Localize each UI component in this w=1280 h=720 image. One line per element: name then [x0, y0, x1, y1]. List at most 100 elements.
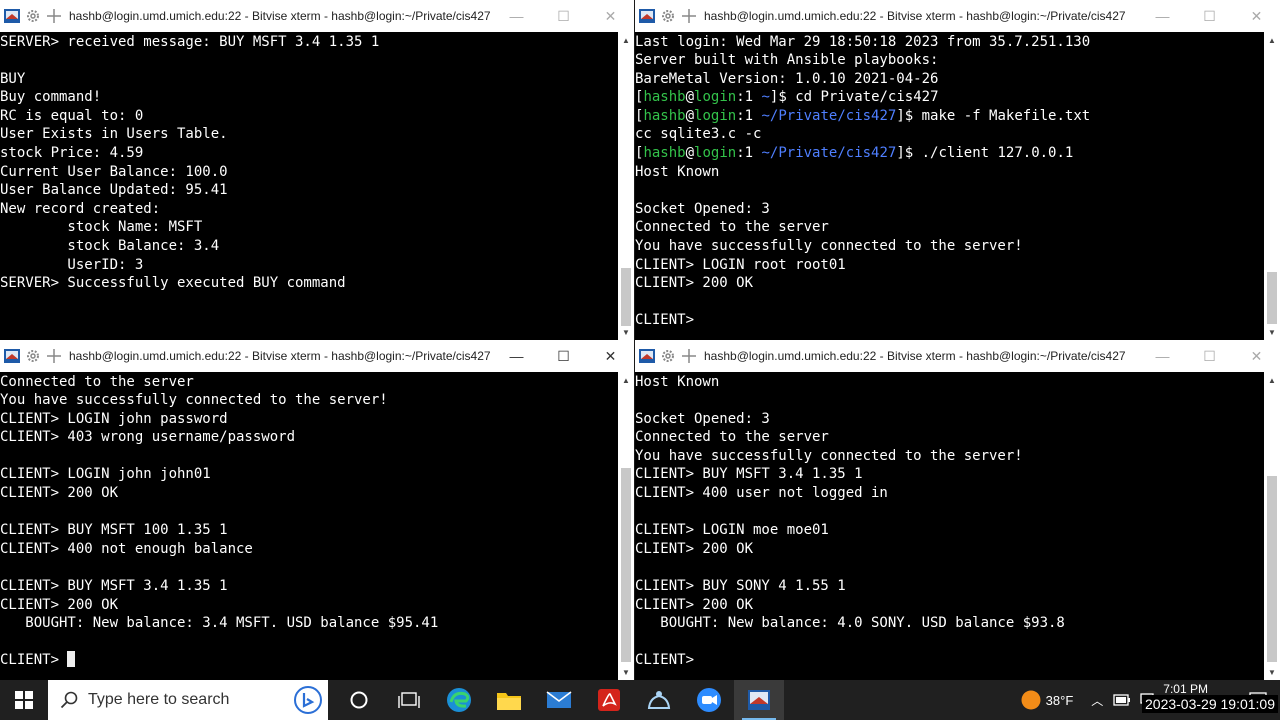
terminal-line: Buy command!	[0, 88, 618, 107]
terminal-line: CLIENT> 403 wrong username/password	[0, 428, 618, 447]
terminal-window-client-john[interactable]: hashb@login.umd.umich.edu:22 - Bitvise x…	[0, 340, 634, 680]
terminal-window-client-moe[interactable]: hashb@login.umd.umich.edu:22 - Bitvise x…	[635, 340, 1280, 680]
minimize-button[interactable]: —	[493, 340, 540, 372]
teams-icon[interactable]	[634, 680, 684, 720]
close-button[interactable]: ✕	[587, 0, 634, 32]
close-button[interactable]: ✕	[1233, 340, 1280, 372]
terminal-text: Host Known	[635, 163, 720, 180]
maximize-button[interactable]: ☐	[540, 340, 587, 372]
window-titlebar[interactable]: hashb@login.umd.umich.edu:22 - Bitvise x…	[635, 340, 1280, 372]
cortana-icon[interactable]	[334, 680, 384, 720]
chevron-up-icon[interactable]: ︿	[1091, 692, 1103, 709]
terminal-output[interactable]: Last login: Wed Mar 29 18:50:18 2023 fro…	[635, 32, 1264, 340]
gear-icon[interactable]	[658, 346, 678, 366]
scroll-down-arrow-icon[interactable]: ▼	[1264, 324, 1280, 340]
move-icon[interactable]	[44, 6, 64, 26]
scroll-down-arrow-icon[interactable]: ▼	[618, 664, 634, 680]
bitvise-app-icon[interactable]	[2, 346, 22, 366]
scrollbar-thumb[interactable]	[621, 468, 631, 662]
terminal-window-server[interactable]: hashb@login.umd.umich.edu:22 - Bitvise x…	[0, 0, 634, 340]
scrollbar[interactable]: ▲ ▼	[618, 372, 634, 680]
bitvise-app-icon[interactable]	[637, 6, 657, 26]
terminal-text: hashb	[643, 89, 686, 106]
maximize-button[interactable]: ☐	[1186, 340, 1233, 372]
scrollbar-thumb[interactable]	[621, 268, 631, 326]
terminal-line: BUY	[0, 70, 618, 89]
terminal-line: User Exists in Users Table.	[0, 125, 618, 144]
scroll-up-arrow-icon[interactable]: ▲	[618, 372, 634, 388]
scrollbar[interactable]: ▲ ▼	[1264, 32, 1280, 340]
move-icon[interactable]	[44, 346, 64, 366]
terminal-text: :1	[736, 145, 762, 162]
window-titlebar[interactable]: hashb@login.umd.umich.edu:22 - Bitvise x…	[0, 0, 634, 32]
start-button[interactable]	[0, 680, 48, 720]
move-icon[interactable]	[679, 346, 699, 366]
terminal-text: hashb	[643, 107, 686, 124]
maximize-button[interactable]: ☐	[1186, 0, 1233, 32]
edge-icon[interactable]	[434, 680, 484, 720]
close-button[interactable]: ✕	[587, 340, 634, 372]
weather-temperature[interactable]: 38°F	[1046, 693, 1074, 708]
terminal-line: CLIENT> 400 not enough balance	[0, 540, 618, 559]
terminal-line: CLIENT> 200 OK	[635, 274, 1264, 293]
gear-icon[interactable]	[23, 6, 43, 26]
minimize-button[interactable]: —	[1139, 0, 1186, 32]
bitvise-app-icon[interactable]	[2, 6, 22, 26]
gear-icon[interactable]	[23, 346, 43, 366]
terminal-line: User Balance Updated: 95.41	[0, 181, 618, 200]
scroll-down-arrow-icon[interactable]: ▼	[1264, 664, 1280, 680]
clock-time[interactable]: 7:01 PM	[1163, 682, 1208, 696]
terminal-text: User Balance Updated: 95.41	[0, 182, 228, 199]
terminal-output[interactable]: SERVER> received message: BUY MSFT 3.4 1…	[0, 32, 618, 340]
scrollbar[interactable]: ▲ ▼	[1264, 372, 1280, 680]
terminal-text: You have successfully connected to the s…	[635, 238, 1023, 255]
task-view-icon[interactable]	[384, 680, 434, 720]
scrollbar-thumb[interactable]	[1267, 272, 1277, 324]
scroll-up-arrow-icon[interactable]: ▲	[618, 32, 634, 48]
window-titlebar[interactable]: hashb@login.umd.umich.edu:22 - Bitvise x…	[0, 340, 634, 372]
search-placeholder: Type here to search	[88, 691, 230, 708]
maximize-button[interactable]: ☐	[540, 0, 587, 32]
minimize-button[interactable]: —	[1139, 340, 1186, 372]
scroll-up-arrow-icon[interactable]: ▲	[1264, 372, 1280, 388]
terminal-line: RC is equal to: 0	[0, 107, 618, 126]
acrobat-icon[interactable]	[584, 680, 634, 720]
move-icon[interactable]	[679, 6, 699, 26]
mail-icon[interactable]	[534, 680, 584, 720]
terminal-text: Server built with Ansible playbooks:	[635, 52, 939, 69]
terminal-line: CLIENT> BUY MSFT 100 1.35 1	[0, 521, 618, 540]
taskbar-search-box[interactable]: Type here to search	[48, 680, 328, 720]
terminal-text: You have successfully connected to the s…	[0, 392, 388, 409]
terminal-line: CLIENT> LOGIN root root01	[635, 256, 1264, 275]
terminal-line: CLIENT> 400 user not logged in	[635, 484, 1264, 503]
window-titlebar[interactable]: hashb@login.umd.umich.edu:22 - Bitvise x…	[635, 0, 1280, 32]
terminal-text: CLIENT>	[635, 312, 695, 329]
scroll-down-arrow-icon[interactable]: ▼	[618, 324, 634, 340]
close-button[interactable]: ✕	[1233, 0, 1280, 32]
terminal-text: hashb	[643, 145, 686, 162]
terminal-text: ~/Private/cis427	[761, 107, 897, 124]
terminal-output[interactable]: Connected to the server You have successf…	[0, 372, 618, 680]
minimize-button[interactable]: —	[493, 0, 540, 32]
gear-icon[interactable]	[658, 6, 678, 26]
terminal-window-client-root[interactable]: hashb@login.umd.umich.edu:22 - Bitvise x…	[635, 0, 1280, 340]
scrollbar[interactable]: ▲ ▼	[618, 32, 634, 340]
bitvise-app-icon[interactable]	[637, 346, 657, 366]
zoom-icon[interactable]	[684, 680, 734, 720]
weather-sun-icon[interactable]	[1020, 689, 1042, 711]
terminal-line: Current User Balance: 100.0	[0, 163, 618, 182]
bing-icon[interactable]	[294, 686, 322, 714]
terminal-line: CLIENT> 200 OK	[0, 596, 618, 615]
terminal-text: stock Name: MSFT	[0, 219, 203, 236]
terminal-line: CLIENT>	[635, 311, 1264, 330]
file-explorer-icon[interactable]	[484, 680, 534, 720]
terminal-text: Host Known	[635, 373, 720, 390]
bitvise-icon[interactable]	[734, 680, 784, 720]
scrollbar-thumb[interactable]	[1267, 476, 1277, 662]
terminal-line: Socket Opened: 3	[635, 410, 1264, 429]
scroll-up-arrow-icon[interactable]: ▲	[1264, 32, 1280, 48]
terminal-line: CLIENT>	[0, 651, 618, 670]
terminal-output[interactable]: Host Known Socket Opened: 3 Connected to t…	[635, 372, 1264, 680]
battery-icon[interactable]	[1113, 693, 1131, 707]
